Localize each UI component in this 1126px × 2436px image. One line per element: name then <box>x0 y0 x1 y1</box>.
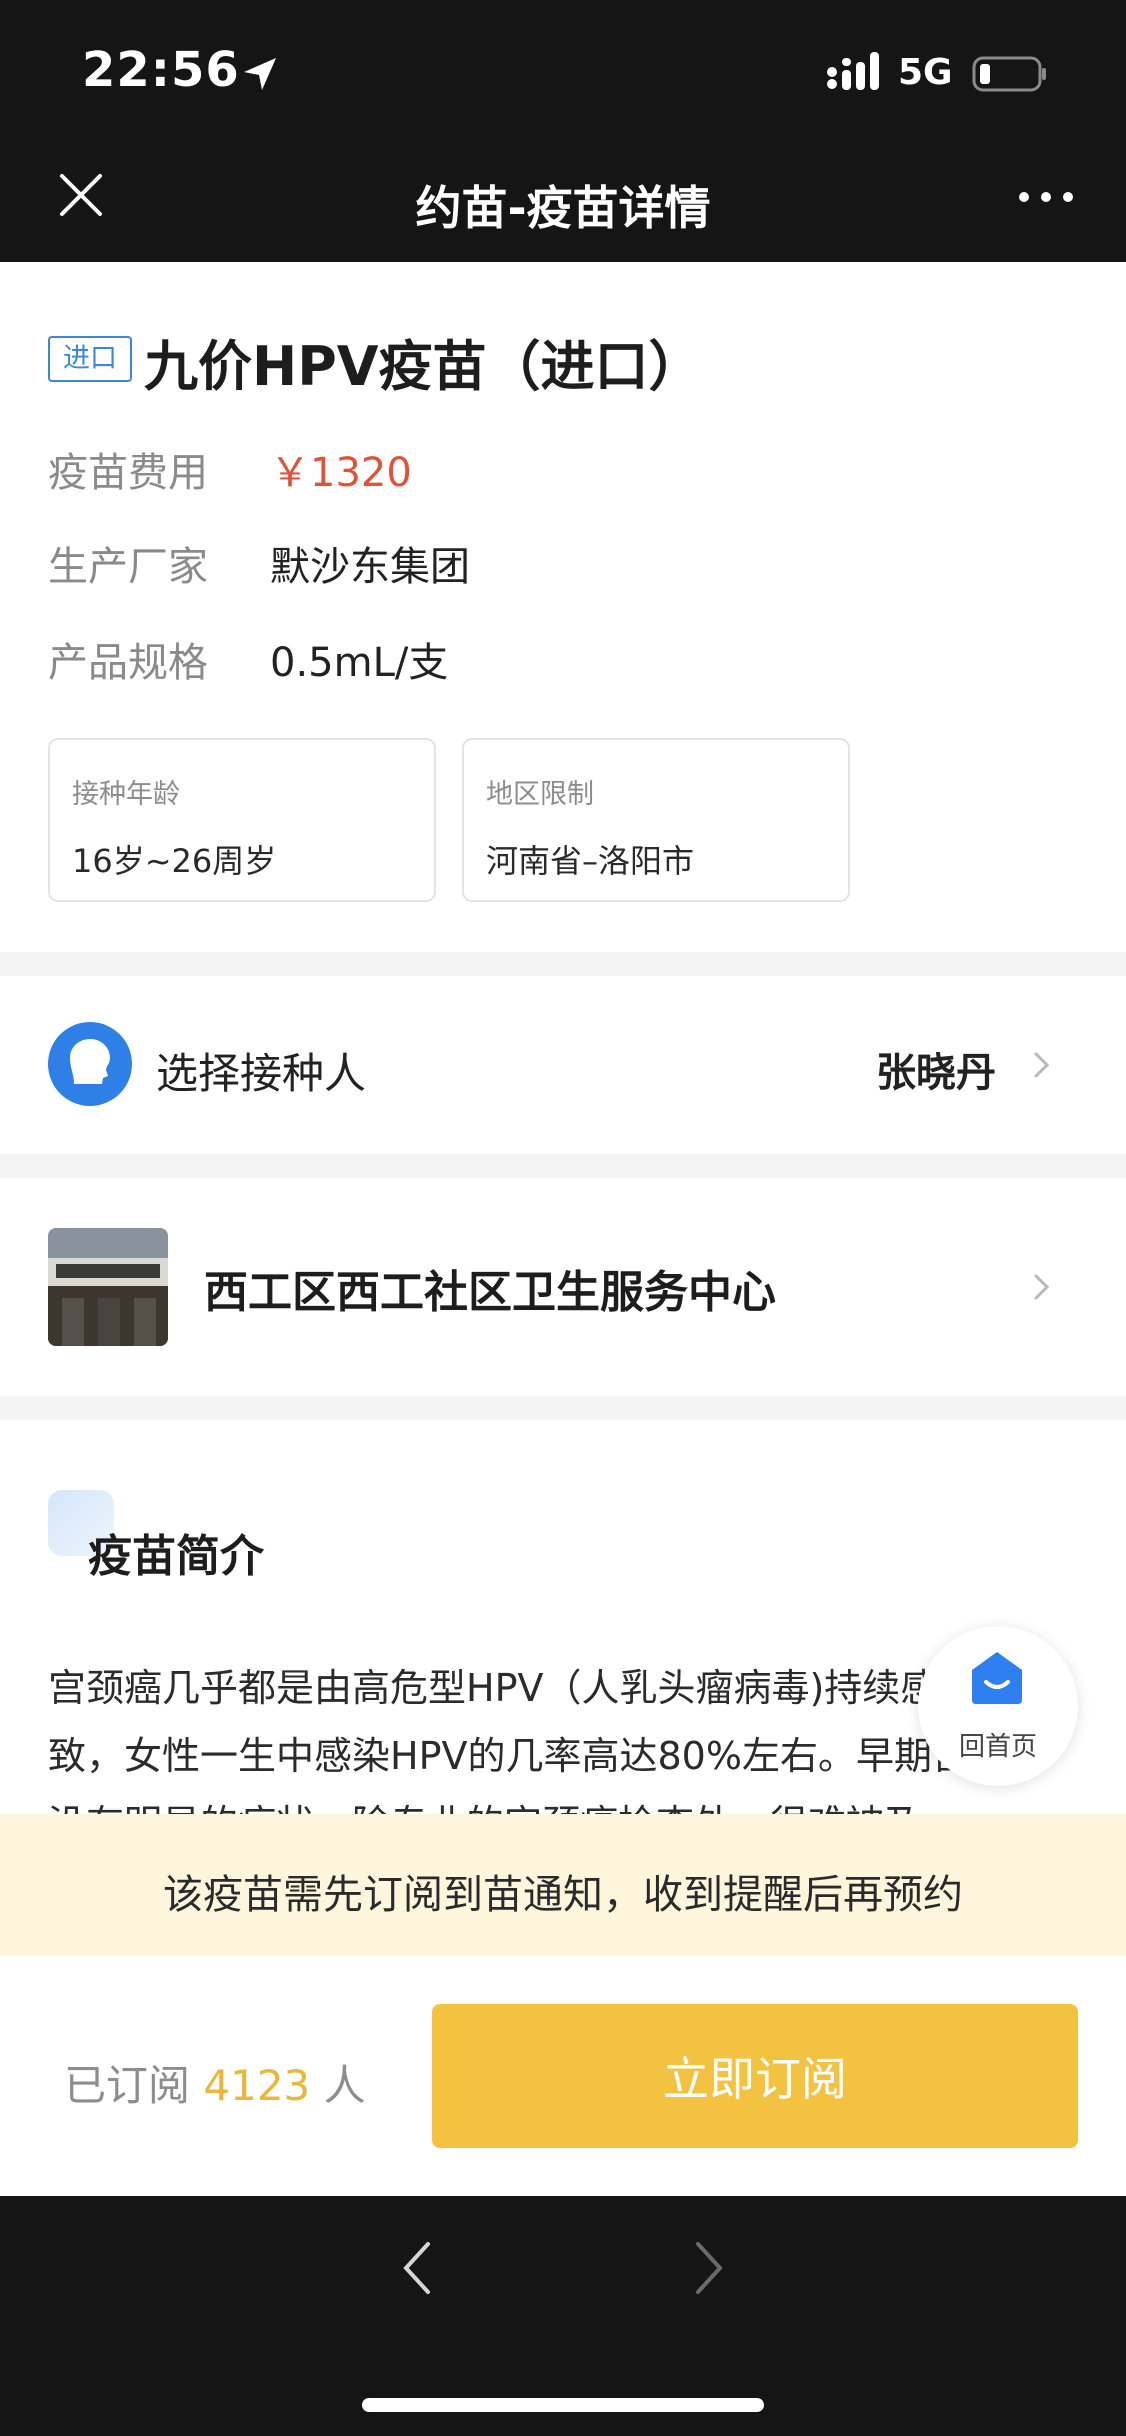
spec-label: 产品规格 <box>48 640 208 686</box>
age-label: 接种年龄 <box>72 779 180 810</box>
back-arrow-icon[interactable] <box>400 2240 434 2296</box>
subscriber-number: 4123 <box>203 2061 311 2110</box>
chevron-right-icon <box>1034 1052 1050 1078</box>
manufacturer-label: 生产厂家 <box>48 544 208 590</box>
person-avatar-icon <box>48 1022 132 1106</box>
site-name: 西工区西工社区卫生服务中心 <box>204 1267 776 1318</box>
spec-value: 0.5mL/支 <box>270 640 449 686</box>
chevron-right-icon <box>1034 1274 1050 1300</box>
battery-icon <box>972 56 1046 92</box>
recipient-name: 张晓丹 <box>876 1050 996 1096</box>
region-value: 河南省–洛阳市 <box>486 842 695 880</box>
home-indicator <box>362 2398 764 2412</box>
signal-icon <box>827 52 879 90</box>
site-photo <box>48 1228 168 1346</box>
location-arrow-icon <box>244 58 276 90</box>
home-icon <box>972 1652 1022 1704</box>
fee-label: 疫苗费用 <box>48 450 208 496</box>
manufacturer-value: 默沙东集团 <box>270 544 470 590</box>
page-title: 约苗-疫苗详情 <box>415 181 711 235</box>
network-type: 5G <box>898 52 953 93</box>
recipient-label: 选择接种人 <box>156 1049 367 1098</box>
subscriber-count: 已订阅 4123 人 <box>64 2052 366 2113</box>
region-label: 地区限制 <box>486 779 594 810</box>
subscriber-suffix: 人 <box>323 2061 366 2110</box>
notice-text: 该疫苗需先订阅到苗通知，收到提醒后再预约 <box>163 1872 963 1918</box>
home-label: 回首页 <box>958 1732 1037 1762</box>
import-tag: 进口 <box>48 336 132 382</box>
age-value: 16岁~26周岁 <box>72 842 277 880</box>
forward-arrow-icon[interactable] <box>692 2240 726 2296</box>
vaccine-name: 九价HPV疫苗（进口） <box>144 335 703 398</box>
more-icon[interactable] <box>1016 186 1076 208</box>
subscribe-button[interactable]: 立即订阅 <box>432 2004 1078 2148</box>
intro-title: 疫苗简介 <box>88 1531 264 1582</box>
subscriber-prefix: 已订阅 <box>64 2061 191 2110</box>
fee-value: ￥1320 <box>270 450 412 496</box>
status-time: 22:56 <box>82 42 240 98</box>
